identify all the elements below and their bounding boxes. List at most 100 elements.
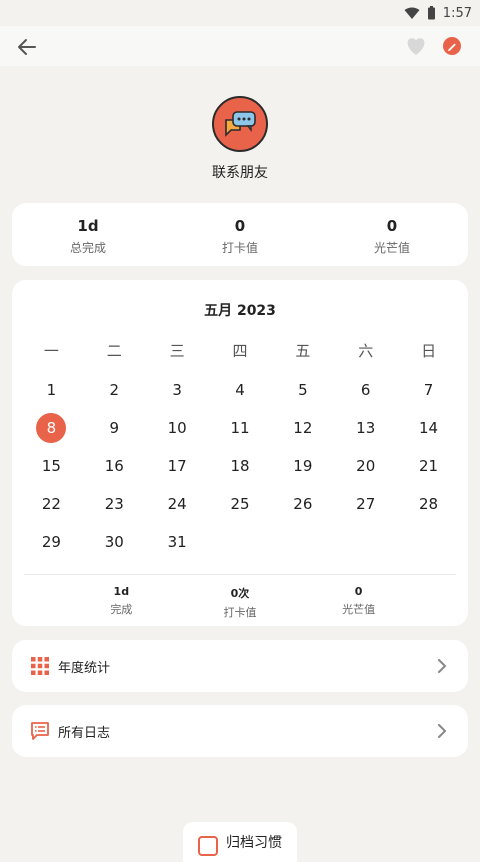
summary-light-label: 光芒值 [373,241,410,255]
calendar-day-number: 25 [230,495,250,513]
month-stat-done: 1d 完成 [62,585,181,620]
calendar-day-selected[interactable]: 8 [20,413,83,443]
summary-card: 1d 总完成 0 打卡值 0 光芒值 [12,203,468,266]
edit-button[interactable] [443,37,461,55]
calendar-day-number: 18 [230,457,250,475]
calendar-day-number: 29 [41,533,61,551]
archive-habit-button[interactable]: 归档习惯 [183,822,297,862]
month-stat-checkin-label: 打卡值 [223,606,257,619]
summary-light: 0 光芒值 [316,203,468,266]
calendar-day[interactable]: 26 [271,489,334,519]
weekday-label: 五 [295,342,311,360]
calendar-day-number: 4 [235,381,245,399]
calendar-day[interactable]: 28 [397,489,460,519]
weekday-label: 四 [232,342,248,360]
weekday-label: 一 [43,342,59,360]
status-time: 1:57 [442,5,472,21]
wifi-icon [404,7,420,19]
app-bar [0,26,480,66]
calendar-day[interactable]: 2 [83,375,146,405]
weekday-label: 六 [358,342,374,360]
calendar-day-number: 8 [36,413,67,443]
summary-checkin: 0 打卡值 [164,203,316,266]
calendar-day-number: 22 [41,495,61,513]
calendar-day[interactable]: 31 [146,527,209,557]
calendar-day-number: 28 [419,495,439,513]
annual-stats-label: 年度统计 [58,660,111,676]
chevron-right-icon [438,659,447,673]
calendar-day-number: 7 [423,381,434,399]
calendar-day[interactable]: 11 [209,413,272,443]
calendar-day-number: 3 [172,381,182,399]
archive-habit-label: 归档习惯 [226,835,282,851]
annual-stats-row[interactable]: 年度统计 [12,640,468,692]
summary-light-value: 0 [386,217,398,235]
weekday-label: 三 [169,342,185,360]
heart-icon[interactable] [405,36,427,56]
list-icon [31,722,49,740]
calendar-day[interactable]: 24 [146,489,209,519]
calendar-day-number: 23 [104,495,124,513]
habit-icon-circle [212,96,268,152]
calendar-day-number: 19 [293,457,313,475]
calendar-day[interactable]: 10 [146,413,209,443]
month-stat-done-value: 1d [113,585,130,598]
calendar-day-number: 15 [41,457,61,475]
calendar-day[interactable]: 23 [83,489,146,519]
summary-total-value: 1d [77,217,99,235]
calendar-day[interactable]: 19 [271,451,334,481]
calendar-day[interactable]: 29 [20,527,83,557]
summary-checkin-value: 0 [234,217,246,235]
calendar-day[interactable]: 5 [271,375,334,405]
chevron-right-icon [438,724,447,738]
summary-checkin-label: 打卡值 [221,241,258,255]
calendar-day[interactable]: 14 [397,413,460,443]
all-logs-label: 所有日志 [58,725,111,741]
chat-bubbles-icon [225,111,256,137]
calendar-day[interactable]: 13 [334,413,397,443]
calendar-day[interactable]: 1 [20,375,83,405]
calendar-day[interactable]: 4 [209,375,272,405]
calendar-day[interactable]: 30 [83,527,146,557]
status-bar: 1:57 [0,0,480,26]
calendar-day-number: 11 [230,419,250,437]
calendar-day-number: 21 [419,457,439,475]
calendar-day[interactable]: 6 [334,375,397,405]
calendar-day[interactable]: 3 [146,375,209,405]
calendar-day[interactable]: 25 [209,489,272,519]
month-stats: 1d 完成 0次 打卡值 0 光芒值 [62,585,418,620]
calendar-day[interactable]: 20 [334,451,397,481]
calendar-day-number: 12 [293,419,313,437]
calendar-day-number: 5 [298,381,308,399]
calendar-day[interactable]: 15 [20,451,83,481]
calendar-day-number: 20 [356,457,376,475]
calendar-day-number: 1 [46,381,57,399]
calendar-month-title[interactable]: 五月 2023 [12,300,468,320]
calendar-day[interactable]: 21 [397,451,460,481]
weekday-label: 二 [106,342,122,360]
summary-total: 1d 总完成 [12,203,164,266]
calendar-day[interactable]: 27 [334,489,397,519]
calendar-day-number: 17 [167,457,187,475]
calendar-day[interactable]: 16 [83,451,146,481]
calendar-day-number: 16 [104,457,124,475]
all-logs-row[interactable]: 所有日志 [12,705,468,757]
calendar-day-number: 31 [167,533,187,551]
calendar-day[interactable]: 22 [20,489,83,519]
calendar-day-number: 13 [356,419,376,437]
calendar-day-number: 26 [293,495,313,513]
calendar-day[interactable]: 12 [271,413,334,443]
month-stat-light: 0 光芒值 [299,585,418,620]
calendar-day-number: 27 [356,495,376,513]
calendar-day-number: 24 [167,495,187,513]
month-stat-light-value: 0 [354,585,363,598]
calendar-day[interactable]: 9 [83,413,146,443]
grid-icon [31,657,49,675]
back-icon[interactable] [14,34,40,60]
month-stat-light-label: 光芒值 [342,603,376,616]
habit-title: 联系朋友 [212,165,268,181]
calendar-day[interactable]: 18 [209,451,272,481]
calendar-day[interactable]: 7 [397,375,460,405]
calendar-day[interactable]: 17 [146,451,209,481]
calendar-day-number: 9 [109,419,120,437]
